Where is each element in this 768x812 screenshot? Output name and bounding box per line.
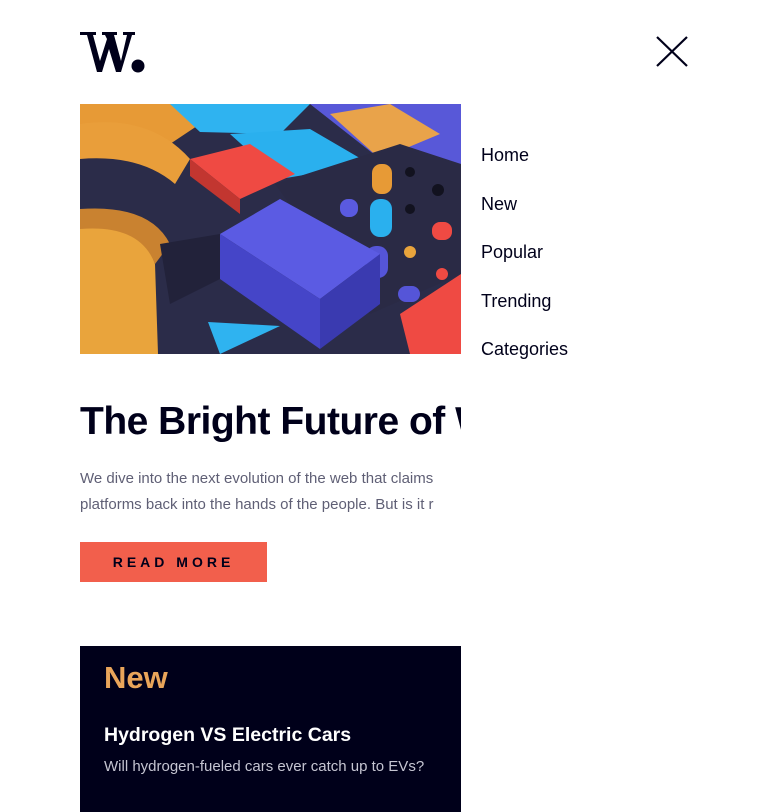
new-section: New Hydrogen VS Electric Cars Will hydro…	[80, 646, 461, 812]
new-article-desc: Will hydrogen-fueled cars ever catch up …	[104, 758, 425, 775]
read-more-button[interactable]: READ MORE	[80, 542, 267, 582]
hero-image	[80, 104, 461, 354]
close-menu-button[interactable]	[652, 32, 692, 72]
main-nav: Home New Popular Trending Categories	[481, 138, 568, 381]
close-icon	[656, 36, 688, 67]
nav-item-home[interactable]: Home	[481, 138, 568, 187]
nav-item-popular[interactable]: Popular	[481, 235, 568, 284]
nav-item-trending[interactable]: Trending	[481, 284, 568, 333]
nav-item-new[interactable]: New	[481, 187, 568, 236]
new-section-heading: New	[104, 660, 168, 695]
article-title[interactable]: The Bright Future of Web 3.0?	[80, 398, 461, 448]
new-article-title[interactable]: Hydrogen VS Electric Cars	[104, 722, 351, 748]
article-excerpt: We dive into the next evolution of the w…	[80, 466, 461, 518]
excerpt-line-1: We dive into the next evolution of the w…	[80, 470, 434, 487]
nav-item-categories[interactable]: Categories	[481, 332, 568, 381]
excerpt-line-2: platforms back into the hands of the peo…	[80, 496, 434, 513]
logo[interactable]	[80, 30, 146, 74]
logo-mark-icon	[80, 32, 145, 73]
